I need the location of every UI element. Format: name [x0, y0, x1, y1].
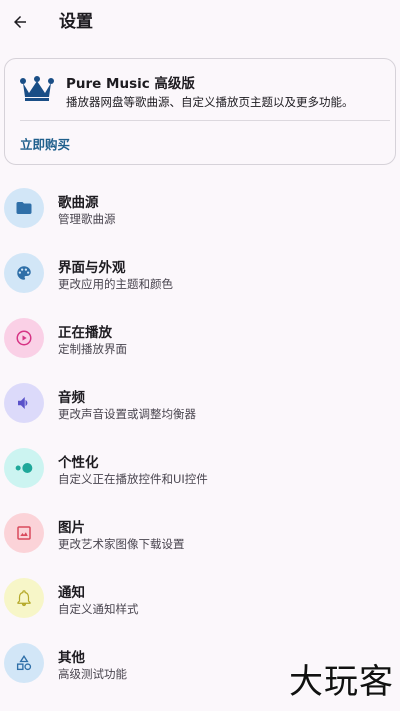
buy-now-button[interactable]: 立即购买 — [20, 134, 70, 153]
pro-upgrade-card: Pure Music 高级版 播放器网盘等歌曲源、自定义播放页主题以及更多功能。… — [4, 58, 396, 165]
settings-item-song-sources[interactable]: 歌曲源 管理歌曲源 — [0, 177, 400, 242]
settings-item-subtitle: 更改艺术家图像下载设置 — [58, 537, 185, 551]
shapes-icon — [4, 643, 44, 683]
divider — [20, 120, 390, 121]
watermark-text: 大玩客 — [289, 662, 394, 702]
bell-icon — [4, 578, 44, 618]
settings-item-subtitle: 管理歌曲源 — [58, 212, 116, 226]
toggle-icon — [4, 448, 44, 488]
settings-item-appearance[interactable]: 界面与外观 更改应用的主题和颜色 — [0, 242, 400, 307]
back-button[interactable] — [6, 8, 34, 36]
settings-item-title: 音频 — [58, 390, 85, 406]
settings-item-title: 图片 — [58, 520, 85, 536]
settings-item-title: 正在播放 — [58, 325, 112, 341]
settings-item-audio[interactable]: 音频 更改声音设置或调整均衡器 — [0, 372, 400, 437]
play-circle-icon — [4, 318, 44, 358]
folder-icon — [4, 188, 44, 228]
palette-icon — [4, 253, 44, 293]
settings-list: 歌曲源 管理歌曲源 界面与外观 更改应用的主题和颜色 正在播放 定制播放界面 音… — [0, 177, 400, 697]
page-title: 设置 — [59, 12, 93, 32]
top-app-bar: 设置 — [0, 0, 400, 46]
settings-item-title: 歌曲源 — [58, 195, 99, 211]
settings-item-subtitle: 自定义通知样式 — [58, 602, 139, 616]
settings-item-title: 其他 — [58, 650, 85, 666]
settings-item-now-playing[interactable]: 正在播放 定制播放界面 — [0, 307, 400, 372]
settings-item-title: 界面与外观 — [58, 260, 126, 276]
pro-description: 播放器网盘等歌曲源、自定义播放页主题以及更多功能。 — [66, 95, 354, 109]
volume-icon — [4, 383, 44, 423]
settings-item-title: 个性化 — [58, 455, 99, 471]
pro-title: Pure Music 高级版 — [66, 76, 195, 92]
settings-item-images[interactable]: 图片 更改艺术家图像下载设置 — [0, 502, 400, 567]
crown-icon — [20, 76, 54, 101]
settings-item-personalize[interactable]: 个性化 自定义正在播放控件和UI控件 — [0, 437, 400, 502]
settings-item-notifications[interactable]: 通知 自定义通知样式 — [0, 567, 400, 632]
settings-item-subtitle: 自定义正在播放控件和UI控件 — [58, 472, 208, 486]
settings-item-subtitle: 高级测试功能 — [58, 667, 127, 681]
arrow-back-icon — [14, 16, 26, 28]
settings-item-subtitle: 更改声音设置或调整均衡器 — [58, 407, 196, 421]
settings-item-subtitle: 定制播放界面 — [58, 342, 127, 356]
settings-item-title: 通知 — [58, 585, 85, 601]
settings-item-subtitle: 更改应用的主题和颜色 — [58, 277, 173, 291]
image-icon — [4, 513, 44, 553]
